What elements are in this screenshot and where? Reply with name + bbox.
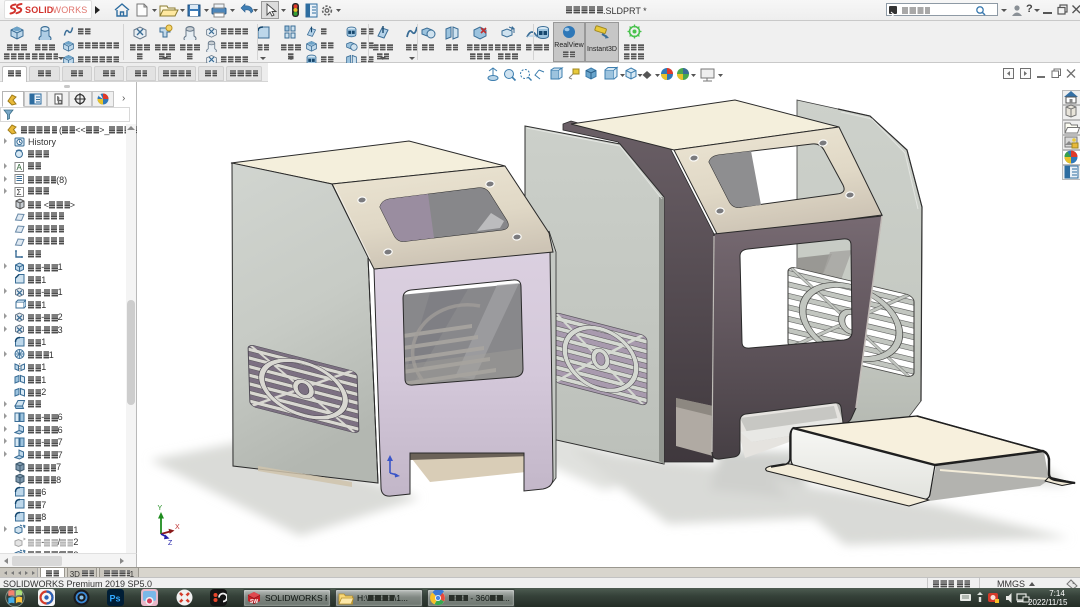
svg-text:X: X — [175, 524, 180, 531]
svg-text:SOLID: SOLID — [25, 5, 54, 15]
svg-text:Ps: Ps — [110, 594, 121, 604]
svg-text:SW: SW — [250, 599, 258, 605]
svg-text:WORKS: WORKS — [53, 5, 88, 15]
svg-text:Z: Z — [168, 540, 173, 547]
svg-text:Y: Y — [158, 505, 163, 512]
svg-text:Σ: Σ — [17, 188, 22, 197]
svg-text:A: A — [17, 163, 23, 172]
